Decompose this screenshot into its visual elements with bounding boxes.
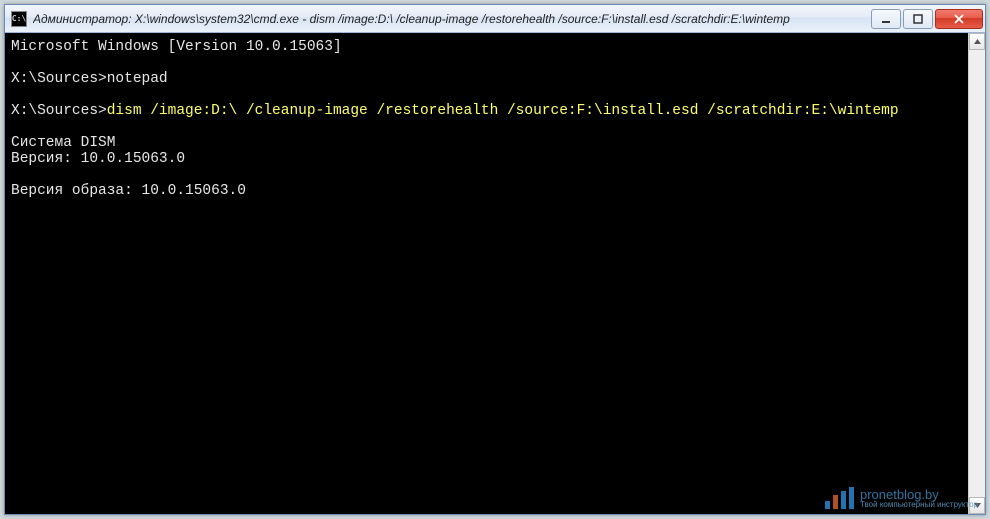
maximize-button[interactable] [903,9,933,29]
command: notepad [107,71,168,87]
vertical-scrollbar[interactable] [968,33,985,514]
cmd-window: C:\ Администратор: X:\windows\system32\c… [4,4,986,515]
prompt: X:\Sources> [11,71,107,87]
terminal-area: Microsoft Windows [Version 10.0.15063] X… [5,33,985,514]
terminal-output[interactable]: Microsoft Windows [Version 10.0.15063] X… [5,33,968,514]
titlebar[interactable]: C:\ Администратор: X:\windows\system32\c… [5,5,985,33]
output-line: Версия образа: 10.0.15063.0 [11,183,246,199]
output-line: Версия: 10.0.15063.0 [11,151,185,167]
output-line: Cистема DISM [11,135,115,151]
scroll-down-button[interactable] [969,497,985,514]
cmd-icon: C:\ [11,11,27,27]
command-highlighted: dism /image:D:\ /cleanup-image /restoreh… [107,103,899,119]
scroll-up-button[interactable] [969,33,985,50]
output-line: Microsoft Windows [Version 10.0.15063] [11,39,342,55]
window-controls [871,9,983,29]
window-title: Администратор: X:\windows\system32\cmd.e… [33,12,871,26]
scroll-track[interactable] [969,50,985,497]
close-button[interactable] [935,9,983,29]
prompt: X:\Sources> [11,103,107,119]
minimize-button[interactable] [871,9,901,29]
